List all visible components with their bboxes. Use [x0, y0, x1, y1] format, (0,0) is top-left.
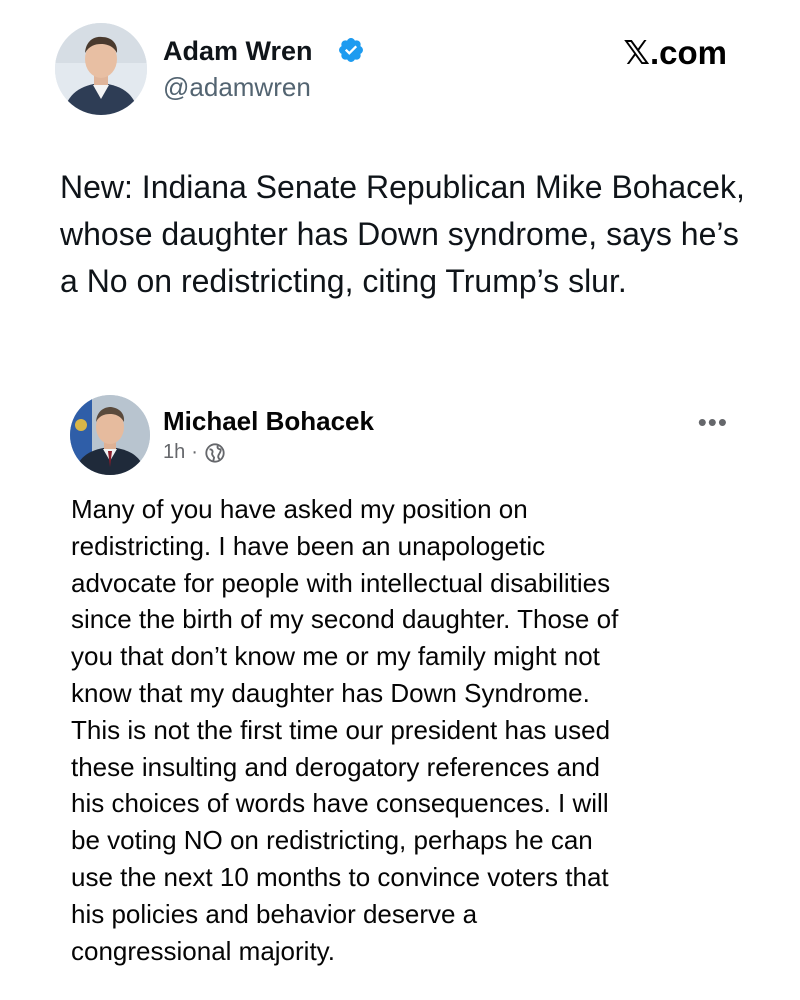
author-avatar[interactable]	[55, 23, 147, 115]
meta-separator: ·	[191, 441, 198, 463]
quoted-avatar-photo	[70, 395, 150, 475]
post-line: redistricting. I have been an unapologet…	[71, 530, 546, 561]
post-line: his policies and behavior deserve a	[71, 898, 478, 929]
avatar-photo	[55, 23, 147, 115]
post-line: since the birth of my second daughter. T…	[71, 604, 619, 635]
x-brand-logo: 𝕏.com	[623, 34, 727, 71]
globe-icon	[205, 442, 225, 463]
quoted-author-avatar[interactable]	[70, 395, 150, 475]
post-line: congressional majority.	[71, 935, 335, 966]
post-line: be voting NO on redistricting, perhaps h…	[71, 825, 593, 856]
post-line: know that my daughter has Down Syndrome.	[71, 677, 590, 708]
tweet-header: Adam Wren @adamwren 𝕏.com	[0, 0, 800, 130]
verified-badge-icon	[339, 38, 363, 62]
post-line: This is not the first time our president…	[71, 714, 611, 745]
post-line: Many of you have asked my position on	[71, 494, 528, 524]
author-handle[interactable]: @adamwren	[163, 72, 311, 103]
more-horizontal-icon[interactable]: •••	[698, 409, 728, 435]
post-line: advocate for people with intellectual di…	[71, 567, 611, 598]
tweet-text: New: Indiana Senate Republican Mike Boha…	[60, 169, 745, 299]
author-name[interactable]: Adam Wren	[163, 36, 313, 67]
post-timestamp[interactable]: 1h	[163, 441, 185, 464]
post-line: his choices of words have consequences. …	[71, 788, 609, 819]
quoted-post-body: Many of you have asked my position on re…	[71, 491, 751, 969]
quoted-author-name[interactable]: Michael Bohacek	[163, 406, 374, 437]
quoted-post-meta: 1h ·	[163, 441, 226, 464]
post-line: these insulting and derogatory reference…	[71, 751, 601, 782]
post-line: you that don’t know me or my family migh…	[71, 641, 600, 672]
post-line: use the next 10 months to convince voter…	[71, 861, 609, 892]
